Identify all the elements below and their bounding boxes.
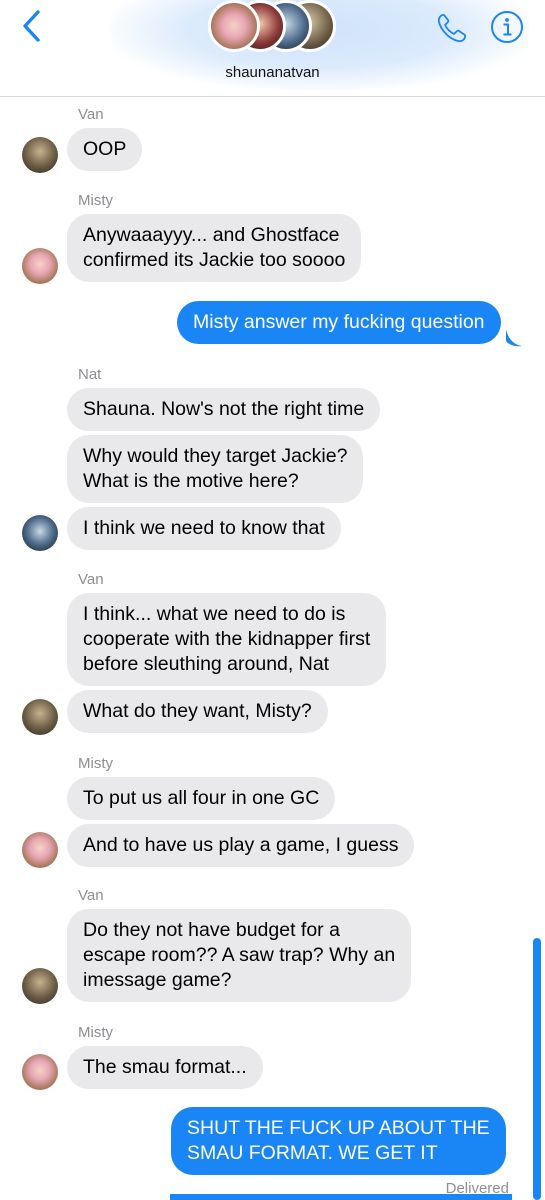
message-bubble-outgoing[interactable]: Misty answer my fucking question xyxy=(177,301,501,344)
message-bubble-incoming[interactable]: OOP xyxy=(67,128,143,171)
message-line: SMAU FORMAT. WE GET IT xyxy=(187,1142,438,1164)
message-bubble-incoming[interactable]: The smau format... xyxy=(67,1046,263,1089)
message-line: confirmed its Jackie too soooo xyxy=(83,249,346,271)
message-bubble-incoming[interactable]: Shauna. Now's not the right time xyxy=(67,388,381,431)
sender-name: Van xyxy=(78,571,104,588)
message-bubble-incoming[interactable]: I think... what we need to do is coopera… xyxy=(67,593,387,686)
message-line: SHUT THE FUCK UP ABOUT THE xyxy=(187,1117,490,1139)
sender-name: Van xyxy=(78,887,104,904)
sender-name: Nat xyxy=(78,366,102,383)
delivered-status: Delivered xyxy=(445,1180,509,1197)
message-line: before sleuthing around, Nat xyxy=(83,653,330,675)
avatar xyxy=(22,699,58,735)
group-name[interactable]: shaunanatvan xyxy=(0,64,545,81)
message-bubble-incoming[interactable]: Why would they target Jackie? What is th… xyxy=(67,435,364,503)
message-line: Why would they target Jackie? xyxy=(83,445,348,467)
message-bubble-incoming[interactable]: And to have us play a game, I guess xyxy=(67,824,415,867)
info-icon[interactable] xyxy=(490,10,524,44)
message-bubble-incoming[interactable]: To put us all four in one GC xyxy=(67,777,336,820)
message-line: escape room?? A saw trap? Why an xyxy=(83,944,396,966)
avatar xyxy=(22,515,58,551)
bubble-tail xyxy=(506,329,522,347)
sender-name: Misty xyxy=(78,1024,113,1041)
avatar xyxy=(22,248,58,284)
message-line: cooperate with the kidnapper first xyxy=(83,628,371,650)
avatar xyxy=(22,968,58,1004)
message-line: Do they not have budget for a xyxy=(83,919,340,941)
avatar xyxy=(22,137,58,173)
sender-name: Misty xyxy=(78,755,113,772)
message-line: I think... what we need to do is xyxy=(83,603,346,625)
back-chevron-icon[interactable] xyxy=(18,8,48,44)
avatar xyxy=(22,832,58,868)
message-bubble-incoming[interactable]: Anywaaayyy... and Ghostface confirmed it… xyxy=(67,214,362,282)
message-line: Anywaaayyy... and Ghostface xyxy=(83,224,340,246)
group-avatar-misty xyxy=(208,0,260,52)
message-bubble-outgoing[interactable]: SHUT THE FUCK UP ABOUT THE SMAU FORMAT. … xyxy=(171,1107,506,1175)
sender-name: Van xyxy=(78,106,104,123)
message-line: imessage game? xyxy=(83,969,232,991)
message-bubble-incoming[interactable]: I think we need to know that xyxy=(67,507,341,550)
message-bubble-incoming[interactable]: What do they want, Misty? xyxy=(67,690,328,733)
scrollbar[interactable] xyxy=(533,938,541,1200)
phone-icon[interactable] xyxy=(434,10,470,46)
message-line: What is the motive here? xyxy=(83,470,299,492)
conversation-header: shaunanatvan xyxy=(0,0,545,97)
avatar xyxy=(22,1054,58,1090)
group-avatars[interactable] xyxy=(208,0,338,54)
sender-name: Misty xyxy=(78,192,113,209)
message-bubble-incoming[interactable]: Do they not have budget for a escape roo… xyxy=(67,909,412,1002)
